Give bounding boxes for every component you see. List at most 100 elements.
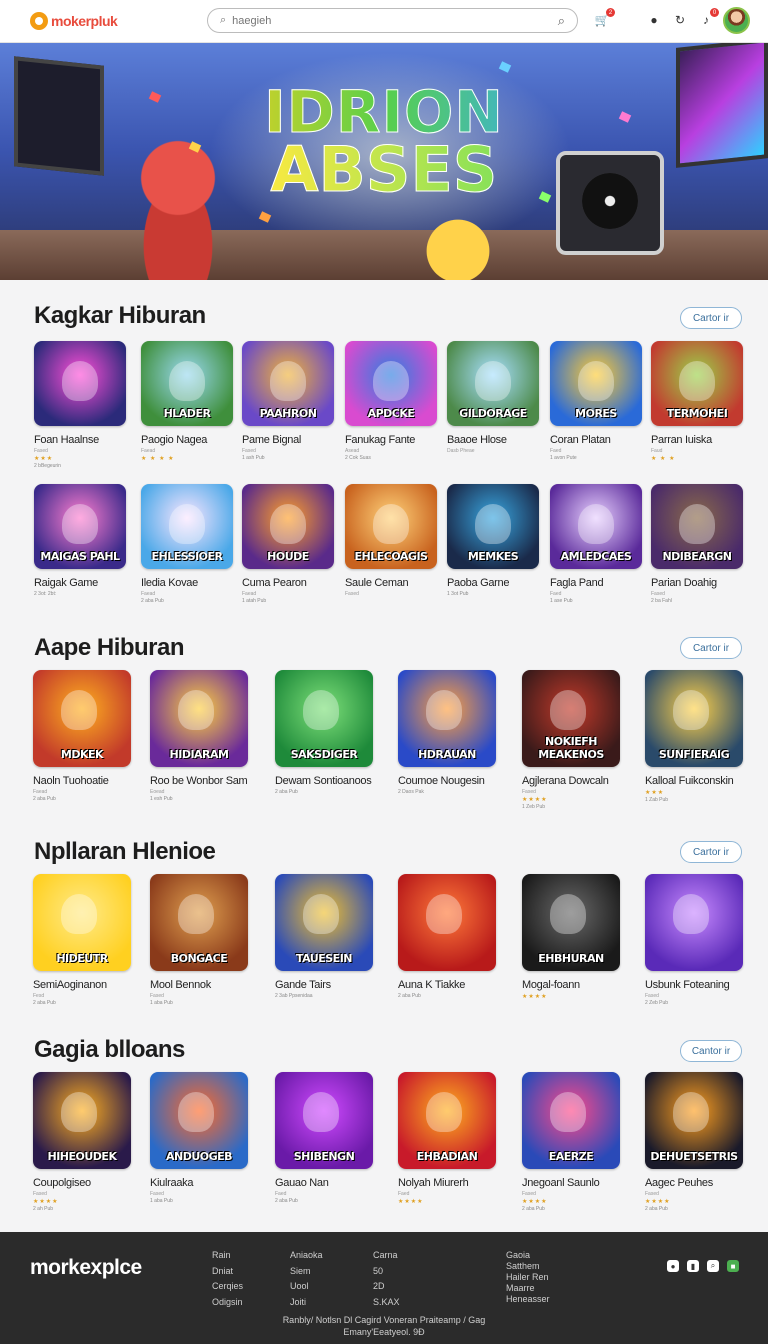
game-card[interactable]: HIHEOUDEK Coupolgiseo Fased ★★★★ 2 ah Pub bbox=[33, 1072, 131, 1212]
footer-link[interactable]: Siem bbox=[290, 1264, 323, 1280]
see-all-button[interactable]: Cantor ir bbox=[680, 1040, 742, 1062]
magnifier-icon[interactable]: ⌕ bbox=[707, 1260, 719, 1272]
see-all-button[interactable]: Cartor ir bbox=[680, 307, 742, 329]
game-thumbnail[interactable]: EHLECOAGIS bbox=[345, 484, 437, 569]
game-card[interactable]: NOKIEFH MEAKENOS Agjlerana Dowcaln Fased ★★… bbox=[522, 670, 620, 810]
user-avatar[interactable] bbox=[723, 7, 750, 34]
game-thumbnail[interactable]: NDIBEARGN bbox=[651, 484, 743, 569]
game-thumbnail[interactable] bbox=[645, 874, 743, 971]
game-thumbnail[interactable]: ANDUOGEB bbox=[150, 1072, 248, 1169]
game-card[interactable]: GILDORAGE Baaoe Hlose Dasb Pheae bbox=[447, 341, 541, 455]
game-thumbnail[interactable]: EHBADIAN bbox=[398, 1072, 496, 1169]
search-icon[interactable]: ● bbox=[667, 1260, 679, 1272]
store-icon[interactable]: ■ bbox=[727, 1260, 739, 1272]
game-card[interactable]: SUNFIERAIG Kalloal Fuikconskin ★★★ 1 Zab Pu… bbox=[645, 670, 743, 803]
game-card[interactable]: EHBHURAN Mogal-foann ★★★★ bbox=[522, 874, 620, 1001]
search-icon[interactable]: ⌕ bbox=[558, 13, 565, 29]
footer-link[interactable]: Gaoia bbox=[506, 1250, 550, 1261]
game-card[interactable]: EAERZE Jnegoanl Saunlo Fased ★★★★ 2 aba Pub bbox=[522, 1072, 620, 1212]
footer-link[interactable]: Aniaoka bbox=[290, 1248, 323, 1264]
footer-link[interactable]: S.KAX bbox=[373, 1295, 400, 1311]
game-card[interactable]: MAIGAS PAHL Raigak Game 2 3ot: 2bt: bbox=[34, 484, 128, 597]
footer-link[interactable]: Satthem bbox=[506, 1261, 550, 1272]
see-all-button[interactable]: Cartor ir bbox=[680, 637, 742, 659]
globe-icon[interactable]: ● bbox=[646, 12, 662, 28]
game-thumbnail[interactable]: NOKIEFH MEAKENOS bbox=[522, 670, 620, 767]
game-thumbnail[interactable]: MEMKES bbox=[447, 484, 539, 569]
game-card[interactable]: HIDIARAM Roo be Wonbor Sam Eoead 1 esh Pub bbox=[150, 670, 248, 802]
game-card[interactable]: EHBADIAN Nolyah Miurerh Faed ★★★★ bbox=[398, 1072, 496, 1206]
game-card[interactable]: HOUDE Cuma Pearon Faead 1 atah Pub bbox=[242, 484, 336, 604]
game-card[interactable]: MEMKES Paoba Garne 1 3ot Pub bbox=[447, 484, 541, 597]
game-card[interactable]: ANDUOGEB Kiulraaka Fased 1 aba Pub bbox=[150, 1072, 248, 1204]
game-thumbnail[interactable]: GILDORAGE bbox=[447, 341, 539, 426]
footer-link[interactable]: 50 bbox=[373, 1264, 400, 1280]
see-all-button[interactable]: Cartor ir bbox=[680, 841, 742, 863]
game-thumbnail[interactable]: EHLESSIOER bbox=[141, 484, 233, 569]
footer-link[interactable]: Uool bbox=[290, 1279, 323, 1295]
game-card[interactable]: MDKEK Naoln Tuohoatie Faead 2 aba Pub bbox=[33, 670, 131, 802]
game-thumbnail[interactable]: SHIBENGN bbox=[275, 1072, 373, 1169]
game-thumbnail[interactable]: AMLEDCAES bbox=[550, 484, 642, 569]
game-thumbnail[interactable]: TERMOHEI bbox=[651, 341, 743, 426]
game-thumbnail[interactable]: HIDEUTR bbox=[33, 874, 131, 971]
game-thumbnail[interactable]: EHBHURAN bbox=[522, 874, 620, 971]
game-card[interactable]: BONGACE Mool Bennok Fased 1 aba Pub bbox=[150, 874, 248, 1006]
game-card[interactable]: EHLECOAGIS Saule Ceman Fased bbox=[345, 484, 439, 598]
game-thumbnail[interactable]: DEHUETSETRIS bbox=[645, 1072, 743, 1169]
footer-link[interactable]: Cerqies bbox=[212, 1279, 243, 1295]
footer-link[interactable]: Odigsin bbox=[212, 1295, 243, 1311]
game-card[interactable]: TAUESEIN Gande Tairs 2 3ab Ppsenidaa bbox=[275, 874, 373, 999]
game-card[interactable]: HIDEUTR SemiAoginanon Fesd 2 aba Pub bbox=[33, 874, 131, 1006]
phone-icon[interactable]: ▮ bbox=[687, 1260, 699, 1272]
footer-link[interactable]: 2D bbox=[373, 1279, 400, 1295]
game-thumbnail[interactable]: BONGACE bbox=[150, 874, 248, 971]
game-thumbnail[interactable]: TAUESEIN bbox=[275, 874, 373, 971]
footer-link[interactable]: Maarre bbox=[506, 1283, 550, 1294]
game-thumbnail[interactable]: HDRAUAN bbox=[398, 670, 496, 767]
game-thumbnail[interactable] bbox=[398, 874, 496, 971]
footer-link[interactable]: Rain bbox=[212, 1248, 243, 1264]
game-card[interactable]: APDCKE Fanukag Fante Asead 2 Cok Suas bbox=[345, 341, 439, 461]
game-card[interactable]: DEHUETSETRIS Aagec Peuhes Fased ★★★★ 2 aba P… bbox=[645, 1072, 743, 1212]
game-thumbnail[interactable]: EAERZE bbox=[522, 1072, 620, 1169]
cart-icon[interactable]: 🛒 2 bbox=[594, 8, 615, 28]
game-card[interactable]: HLADER Paogio Nagea Faead ★ ★ ★ ★ bbox=[141, 341, 235, 463]
game-card[interactable]: SHIBENGN Gauao Nan Faed 2 aba Pub bbox=[275, 1072, 373, 1204]
footer-link[interactable]: Hailer Ren bbox=[506, 1272, 550, 1283]
search-input[interactable] bbox=[232, 14, 558, 27]
game-thumbnail[interactable]: APDCKE bbox=[345, 341, 437, 426]
bell-icon[interactable]: ♪ 0 bbox=[698, 8, 719, 28]
game-card[interactable]: HDRAUAN Coumoe Nougesin 2 Daos Pak bbox=[398, 670, 496, 795]
game-card[interactable]: NDIBEARGN Parian Doahig Fased 2 ba Fahl bbox=[651, 484, 745, 604]
game-card[interactable]: EHLESSIOER Iledia Kovae Faead 2 aba Pub bbox=[141, 484, 235, 604]
game-thumbnail[interactable]: MORES bbox=[550, 341, 642, 426]
hero-banner[interactable]: IDRION ABSES bbox=[0, 43, 768, 280]
game-thumbnail[interactable] bbox=[34, 341, 126, 426]
game-card[interactable]: Usbunk Foteaning Fased 2 Zeb Pub bbox=[645, 874, 743, 1006]
game-card[interactable]: SAKSDIGER Dewam Sontioanoos 2 aba Pub bbox=[275, 670, 373, 795]
game-card[interactable]: Foan Haalnse Fased ★★★ 2 bBegeurin bbox=[34, 341, 128, 469]
game-thumbnail[interactable]: MAIGAS PAHL bbox=[34, 484, 126, 569]
footer-link[interactable]: Carna bbox=[373, 1248, 400, 1264]
footer-link[interactable]: Joiti bbox=[290, 1295, 323, 1311]
game-card[interactable]: PAAHRON Pame Bignal Fased 1 ash Pub bbox=[242, 341, 336, 461]
game-thumbnail[interactable]: HOUDE bbox=[242, 484, 334, 569]
footer-link[interactable]: Dniat bbox=[212, 1264, 243, 1280]
game-card[interactable]: MORES Coran Platan Faed 1 avon Pute bbox=[550, 341, 644, 461]
game-thumbnail[interactable]: SUNFIERAIG bbox=[645, 670, 743, 767]
search-bar[interactable]: ⌕ ⌕ bbox=[207, 8, 578, 33]
game-thumbnail[interactable]: MDKEK bbox=[33, 670, 131, 767]
game-thumbnail[interactable]: SAKSDIGER bbox=[275, 670, 373, 767]
game-thumbnail[interactable]: HIHEOUDEK bbox=[33, 1072, 131, 1169]
game-card[interactable]: Auna K Tiakke 2 aba Pub bbox=[398, 874, 496, 999]
game-thumbnail[interactable]: HIDIARAM bbox=[150, 670, 248, 767]
game-card[interactable]: TERMOHEI Parran Iuiska Faud ★ ★ ★ bbox=[651, 341, 745, 463]
site-logo[interactable]: mokerpluk bbox=[30, 10, 118, 32]
footer-link[interactable]: Heneasser bbox=[506, 1294, 550, 1305]
game-thumbnail[interactable]: PAAHRON bbox=[242, 341, 334, 426]
game-card[interactable]: AMLEDCAES Fagla Pand Faed 1 ase Pub bbox=[550, 484, 644, 604]
footer-logo[interactable]: morkexplce bbox=[30, 1256, 142, 1280]
game-thumbnail[interactable]: HLADER bbox=[141, 341, 233, 426]
history-icon[interactable]: ↻ bbox=[672, 12, 688, 28]
